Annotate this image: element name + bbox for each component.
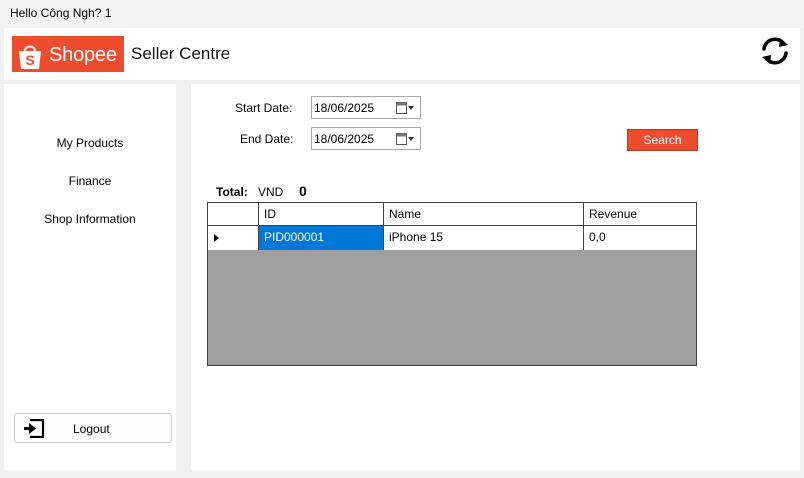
- column-header-id[interactable]: ID: [259, 203, 384, 225]
- start-date-value: 18/06/2025: [314, 101, 375, 115]
- end-date-label: End Date:: [240, 132, 294, 146]
- title-bar: Hello Công Ngh? 1: [0, 0, 804, 28]
- total-currency: VND: [258, 185, 284, 199]
- cell-id[interactable]: PID000001: [259, 226, 384, 250]
- sidebar-item-finance[interactable]: Finance: [4, 174, 176, 188]
- logout-icon: [24, 419, 45, 438]
- start-date-picker[interactable]: 18/06/2025: [311, 96, 421, 119]
- logout-button[interactable]: Logout: [14, 413, 172, 443]
- calendar-dropdown-icon[interactable]: [396, 101, 414, 115]
- row-header-corner: [208, 203, 259, 225]
- header-bar: S Shopee Seller Centre: [4, 28, 800, 80]
- app-window: Hello Công Ngh? 1 S Shopee Seller Centre…: [0, 0, 804, 478]
- revenue-grid[interactable]: ID Name Revenue PID000001 iPhone 15 0,0: [207, 202, 697, 366]
- total-value: 0: [299, 183, 307, 199]
- calendar-dropdown-icon[interactable]: [396, 132, 414, 146]
- cell-revenue[interactable]: 0,0: [584, 226, 696, 250]
- sidebar-item-shop-information[interactable]: Shop Information: [4, 212, 176, 226]
- column-header-name[interactable]: Name: [384, 203, 584, 225]
- main-panel: Start Date: 18/06/2025 End Date: 18/06/2…: [191, 84, 800, 470]
- grid-header: ID Name Revenue: [208, 203, 696, 226]
- shopee-logo: S Shopee: [12, 36, 124, 72]
- table-row[interactable]: PID000001 iPhone 15 0,0: [208, 226, 696, 250]
- row-header[interactable]: [208, 226, 259, 250]
- cell-name[interactable]: iPhone 15: [384, 226, 584, 250]
- column-header-revenue[interactable]: Revenue: [584, 203, 696, 225]
- seller-centre-title: Seller Centre: [131, 44, 231, 63]
- current-row-arrow-icon: [214, 234, 219, 242]
- bag-letter: S: [25, 52, 34, 68]
- start-date-label: Start Date:: [235, 101, 293, 115]
- sidebar: My Products Finance Shop Information Log…: [4, 84, 176, 470]
- sidebar-item-my-products[interactable]: My Products: [4, 136, 176, 150]
- brand-name: Shopee: [49, 44, 117, 66]
- end-date-picker[interactable]: 18/06/2025: [311, 127, 421, 150]
- shopping-bag-icon: S: [19, 45, 41, 69]
- window-title: Hello Công Ngh? 1: [10, 6, 112, 20]
- logout-label: Logout: [73, 422, 110, 436]
- total-label: Total:: [216, 185, 248, 199]
- search-button[interactable]: Search: [627, 129, 698, 151]
- refresh-icon[interactable]: [758, 34, 792, 68]
- end-date-value: 18/06/2025: [314, 132, 375, 146]
